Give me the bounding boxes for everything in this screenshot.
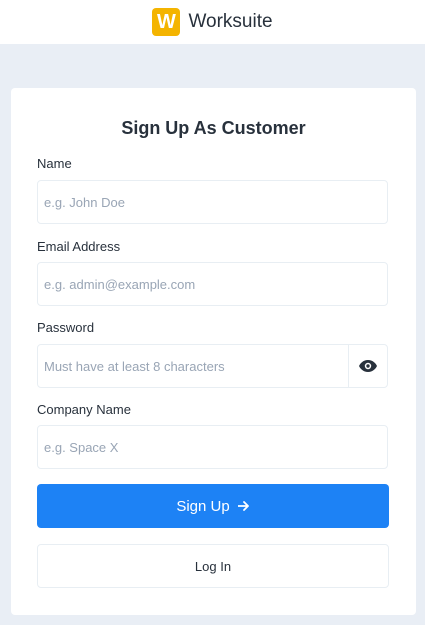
show-password-button[interactable] [348, 345, 387, 387]
login-label: Log In [194, 558, 232, 574]
company-field-wrapper [37, 425, 388, 469]
password-field-wrapper [37, 344, 388, 388]
name-field-wrapper [37, 180, 388, 224]
top-bar: W Worksuite [0, 0, 425, 44]
email-input[interactable] [38, 263, 387, 305]
arrow-right-icon [237, 501, 249, 511]
password-label: Password [37, 320, 95, 335]
company-input[interactable] [38, 426, 387, 468]
name-input[interactable] [38, 181, 387, 223]
login-button[interactable]: Log In [37, 544, 389, 588]
password-input[interactable] [38, 345, 351, 387]
company-label: Company Name [37, 402, 131, 417]
signup-button[interactable]: Sign Up [37, 484, 389, 528]
email-label: Email Address [37, 239, 121, 254]
signup-label: Sign Up [176, 497, 230, 515]
page-title: Sign Up As Customer [121, 118, 306, 138]
name-label: Name [37, 156, 72, 171]
worksuite-logo[interactable]: W [152, 8, 181, 36]
logo-letter: W [156, 10, 176, 33]
brand-name: Worksuite [188, 11, 273, 32]
email-field-wrapper [37, 262, 388, 306]
eye-icon [359, 360, 377, 372]
signup-card: Sign Up As Customer Name Email Address P… [11, 88, 416, 615]
